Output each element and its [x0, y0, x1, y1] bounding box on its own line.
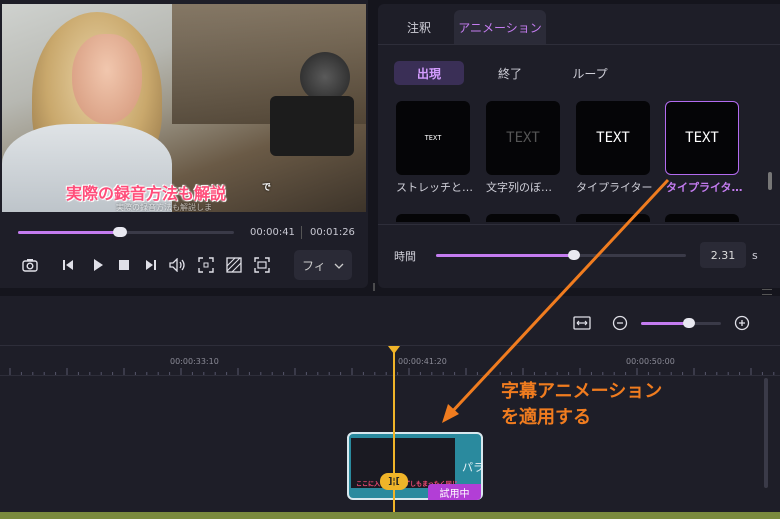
preset-card-row2[interactable] [576, 214, 650, 222]
split-marker[interactable]: ]¦[ [380, 473, 408, 490]
zoom-slider-handle[interactable] [683, 318, 695, 328]
preset-label: ストレッチと… [396, 181, 472, 194]
preset-preview-text: TEXT [685, 130, 719, 146]
next-frame-icon[interactable] [141, 255, 161, 275]
play-icon[interactable] [88, 255, 108, 275]
scrub-progress [18, 231, 120, 234]
prev-frame-icon[interactable] [58, 255, 78, 275]
quality-dropdown[interactable]: フィ [294, 250, 352, 280]
subtab-in[interactable]: 出現 [394, 61, 464, 85]
preset-card-stretch[interactable]: TEXT [396, 101, 470, 175]
duration-input[interactable]: 2.31 [700, 242, 746, 268]
duration-slider-handle[interactable] [567, 250, 580, 260]
camera [270, 96, 354, 156]
preset-card-row2[interactable] [486, 214, 560, 222]
timeline-resize-handle[interactable] [762, 289, 772, 295]
safe-zone-icon[interactable] [224, 255, 244, 275]
preset-preview-text: TEXT [424, 134, 442, 142]
zoom-slider-fill [641, 322, 689, 325]
app-window: 実際の録音方法も解説 で 実際の録音方法も解説しま 00:00:41 00:01… [0, 0, 780, 519]
annotation-line-2: を適用する [501, 407, 591, 428]
ruler-label: 00:00:50:00 [626, 357, 675, 366]
subtitle-main: 実際の録音方法も解説 [66, 184, 227, 203]
audio-track-clip[interactable] [0, 512, 780, 519]
playhead-marker[interactable] [388, 346, 400, 354]
fit-timeline-icon[interactable] [572, 314, 592, 332]
subtab-out[interactable]: 終了 [480, 61, 540, 85]
duration-slider-fill [436, 254, 574, 257]
preset-label: タイプライター [576, 181, 652, 194]
subtitle-ghost: 実際の録音方法も解説しま [116, 203, 212, 212]
preset-preview-text: TEXT [596, 130, 630, 146]
playhead[interactable] [393, 350, 395, 519]
stop-icon[interactable] [114, 255, 134, 275]
chevron-down-icon [334, 258, 344, 272]
subtitle-tail: で [262, 183, 272, 193]
preset-label-selected: タイプライタ… [666, 181, 742, 194]
person-face [72, 34, 142, 124]
preset-card-rise[interactable]: TEXT [486, 101, 560, 175]
quality-label: フィ [302, 258, 326, 273]
annotation-callout: 字幕アニメーション を適用する [501, 379, 662, 431]
crop-icon[interactable] [252, 255, 272, 275]
fullscreen-frame-icon[interactable] [196, 255, 216, 275]
tab-animation[interactable]: アニメーション [454, 10, 546, 44]
subtab-loop[interactable]: ループ [560, 61, 620, 85]
section-divider [378, 224, 780, 225]
preset-card-row2[interactable] [665, 214, 739, 222]
trial-badge: 試用中 [428, 484, 481, 500]
preset-label: 文字列のぼ… [486, 181, 552, 194]
preset-preview-text: TEXT [506, 130, 540, 146]
preset-card-typewriter-2[interactable]: TEXT [665, 101, 739, 175]
time-separator [301, 226, 302, 239]
tab-divider [378, 44, 780, 45]
microphone [300, 52, 350, 102]
annotation-line-1: 字幕アニメーション [501, 381, 663, 402]
preset-card-typewriter[interactable]: TEXT [576, 101, 650, 175]
ruler-label: 00:00:33:10 [170, 357, 219, 366]
volume-icon[interactable] [168, 255, 188, 275]
zoom-out-icon[interactable] [610, 314, 630, 332]
clip-title: パラ [462, 461, 484, 474]
duration-unit: s [752, 249, 758, 262]
current-time: 00:00:41 [250, 227, 295, 238]
preset-card-row2[interactable] [396, 214, 470, 222]
camera-icon[interactable] [20, 255, 40, 275]
timeline-scrollbar[interactable] [764, 378, 768, 488]
total-time: 00:01:26 [310, 227, 355, 238]
tab-annotation[interactable]: 注釈 [394, 10, 444, 44]
ruler-baseline [0, 375, 780, 376]
duration-label: 時間 [394, 250, 416, 263]
resize-handle[interactable]: ‖ [372, 282, 378, 291]
ruler-label: 00:00:41:20 [398, 357, 447, 366]
zoom-in-icon[interactable] [732, 314, 752, 332]
scrub-handle[interactable] [112, 227, 127, 237]
panel-scrollbar[interactable] [768, 172, 772, 190]
